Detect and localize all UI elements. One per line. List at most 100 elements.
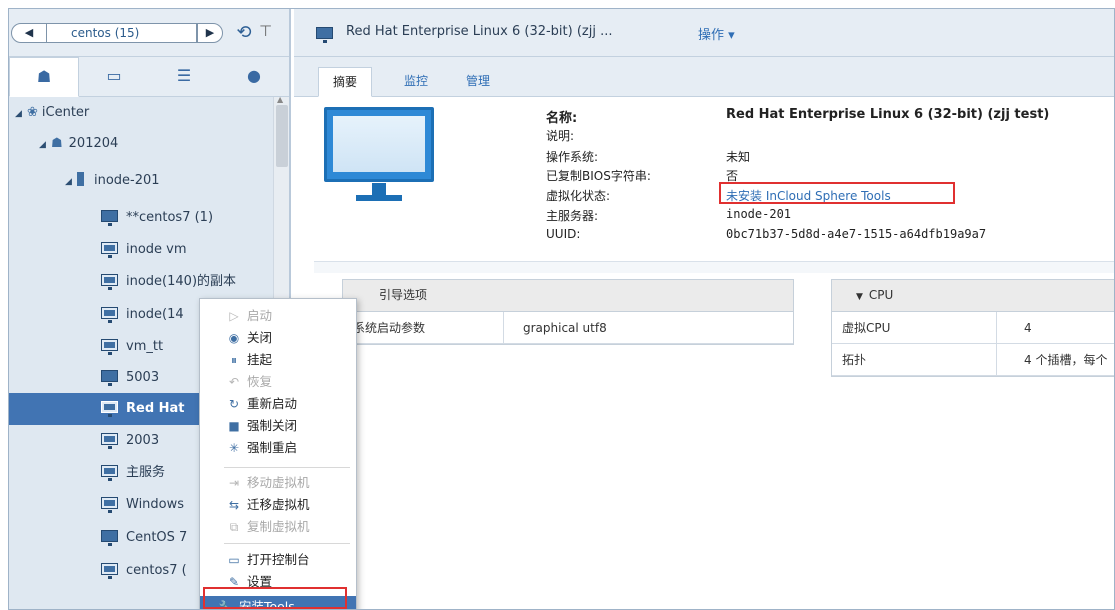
history-combo[interactable]: centos (15) [47, 23, 197, 43]
menu-item-shutdown[interactable]: ◉ 关闭 [200, 327, 356, 349]
menu-item-force-stop[interactable]: ■ 强制关闭 [200, 415, 356, 437]
vm-icon [101, 529, 118, 546]
vm-icon [101, 338, 118, 355]
vm-monitor-icon [324, 107, 434, 182]
vm-icon [101, 273, 118, 290]
cpu-panel-header[interactable]: ▼ CPU [832, 280, 1114, 312]
boot-options-row: 系统启动参数 graphical utf8 [343, 312, 793, 344]
value-host: inode-201 [726, 207, 792, 221]
expand-arrow-icon[interactable]: ◢ [39, 129, 51, 161]
menu-separator [224, 543, 350, 544]
icenter-icon: ❀ [27, 105, 38, 120]
tree-node-vm[interactable]: inode vm [101, 234, 187, 266]
tree-node-vm-selected[interactable]: Red Hat [101, 393, 185, 425]
tab-monitor[interactable]: 监控 [390, 67, 442, 97]
vm-icon [101, 369, 118, 386]
menu-item-migrate-vm[interactable]: ⇆ 迁移虚拟机 [200, 494, 356, 516]
tree-node-vm[interactable]: 主服务 [101, 457, 165, 489]
console-icon: ▭ [228, 553, 240, 567]
expand-arrow-icon[interactable]: ◢ [15, 98, 27, 130]
tree-node-vm[interactable]: inode(14 [101, 299, 184, 331]
app-window: ◀ centos (15) ▶ ⟲ ⊤ ☗ ▭ ☰ ● ◢ ❀ iCenter ◢ ☗… [8, 8, 1115, 610]
vm-icon [101, 400, 118, 417]
vm-icon [316, 26, 333, 43]
scroll-up-icon[interactable]: ▲ [277, 95, 283, 104]
restart-icon: ↻ [228, 397, 240, 411]
object-title-bar: Red Hat Enterprise Linux 6 (32-bit) (zjj… [294, 9, 1114, 57]
tree-node-vm[interactable]: **centos7 (1) [101, 202, 213, 234]
tree-node-icenter[interactable]: ◢ ❀ iCenter [15, 97, 89, 129]
object-title: Red Hat Enterprise Linux 6 (32-bit) (zjj… [346, 24, 613, 39]
value-uuid: 0bc71b37-5d8d-a4e7-1515-a64dfb19a9a7 [726, 227, 987, 241]
history-icon[interactable]: ⟲ [233, 22, 255, 44]
migrate-vm-icon: ⇆ [228, 498, 240, 512]
label-name: 名称: [546, 111, 578, 126]
tree-node-vm[interactable]: 5003 [101, 362, 159, 394]
vm-icon [101, 496, 118, 513]
vm-icon [101, 562, 118, 579]
label-host: 主服务器: [546, 209, 599, 223]
collapse-arrow-icon[interactable]: ▼ [856, 292, 863, 302]
hosts-clusters-tab-icon[interactable]: ☗ [9, 57, 79, 97]
menu-item-copy-vm[interactable]: ⧉ 复制虚拟机 [200, 516, 356, 538]
actions-menu[interactable]: 操作 ▾ [698, 24, 735, 43]
value-os: 未知 [726, 150, 751, 164]
vm-icon [101, 306, 118, 323]
expand-arrow-icon[interactable]: ◢ [65, 166, 77, 198]
tree-node-datacenter[interactable]: ◢ ☗ 201204 [39, 128, 118, 160]
pin-icon[interactable]: ⊤ [259, 22, 272, 40]
storage-tab-icon[interactable]: ☰ [149, 57, 219, 97]
tree-node-vm[interactable]: Windows [101, 489, 184, 521]
object-tabs: 摘要 监控 管理 [294, 57, 1114, 97]
forward-button[interactable]: ▶ [197, 23, 223, 43]
cpu-panel: ▼ CPU 虚拟CPU 4 拓扑 4 个插槽，每个 [831, 279, 1114, 377]
menu-item-move-vm[interactable]: ⇥ 移动虚拟机 [200, 472, 356, 494]
cpu-row: 拓扑 4 个插槽，每个 [832, 344, 1114, 376]
pause-circle-icon: ⏸ [230, 353, 237, 367]
back-button[interactable]: ◀ [11, 23, 47, 43]
vm-icon [101, 464, 118, 481]
menu-item-suspend[interactable]: ⏸ 挂起 [200, 349, 356, 371]
tree-node-vm[interactable]: CentOS 7 [101, 522, 187, 554]
copy-vm-icon: ⧉ [229, 520, 239, 534]
vms-templates-tab-icon[interactable]: ▭ [79, 57, 149, 97]
cpu-row: 虚拟CPU 4 [832, 312, 1114, 344]
move-vm-icon: ⇥ [228, 476, 240, 490]
history-nav-bar: ◀ centos (15) ▶ ⟲ ⊤ [9, 9, 289, 57]
stop-circle-icon: ◉ [228, 331, 240, 345]
tree-node-vm[interactable]: vm_tt [101, 331, 163, 363]
menu-item-restart[interactable]: ↻ 重新启动 [200, 393, 356, 415]
menu-separator [224, 467, 350, 468]
tree-node-vm[interactable]: inode(140)的副本 [101, 266, 236, 298]
tab-manage[interactable]: 管理 [452, 67, 504, 97]
value-name: Red Hat Enterprise Linux 6 (32-bit) (zjj… [726, 107, 1050, 122]
label-uuid: UUID: [546, 227, 581, 241]
play-circle-icon: ▷ [229, 309, 239, 323]
menu-item-force-restart[interactable]: ✳ 强制重启 [200, 437, 356, 459]
menu-item-resume[interactable]: ↶ 恢复 [200, 371, 356, 393]
inventory-tabs: ☗ ▭ ☰ ● [9, 57, 289, 97]
section-divider [314, 261, 1114, 273]
resume-icon: ↶ [228, 375, 240, 389]
label-virt-status: 虚拟化状态: [546, 189, 611, 203]
datacenter-icon: ☗ [51, 136, 63, 151]
menu-item-open-console[interactable]: ▭ 打开控制台 [200, 549, 356, 571]
content-panel: Red Hat Enterprise Linux 6 (32-bit) (zjj… [294, 9, 1114, 609]
force-stop-icon: ■ [228, 419, 240, 433]
annotation-box [203, 587, 347, 609]
menu-item-power-on[interactable]: ▷ 启动 [200, 305, 356, 327]
tree-node-host[interactable]: ◢ inode-201 [65, 165, 160, 197]
tab-summary[interactable]: 摘要 [318, 67, 373, 97]
force-restart-icon: ✳ [228, 441, 240, 455]
host-icon [77, 171, 84, 186]
history-combo-label: centos (15) [71, 26, 140, 40]
vm-icon [101, 432, 118, 449]
boot-options-panel: 引导选项 系统启动参数 graphical utf8 [342, 279, 794, 345]
boot-options-header[interactable]: 引导选项 [343, 280, 793, 312]
network-tab-icon[interactable]: ● [219, 57, 289, 97]
vm-context-menu: ▷ 启动 ◉ 关闭 ⏸ 挂起 ↶ 恢复 ↻ 重新启动 ■ 强制关闭 ✳ 强制重启 ⇥ 移动虚拟机… [199, 298, 357, 609]
scroll-thumb[interactable] [276, 105, 288, 167]
tree-node-vm[interactable]: 2003 [101, 425, 159, 457]
tree-node-vm[interactable]: centos7 ( [101, 555, 187, 587]
monitor-base [356, 195, 402, 201]
